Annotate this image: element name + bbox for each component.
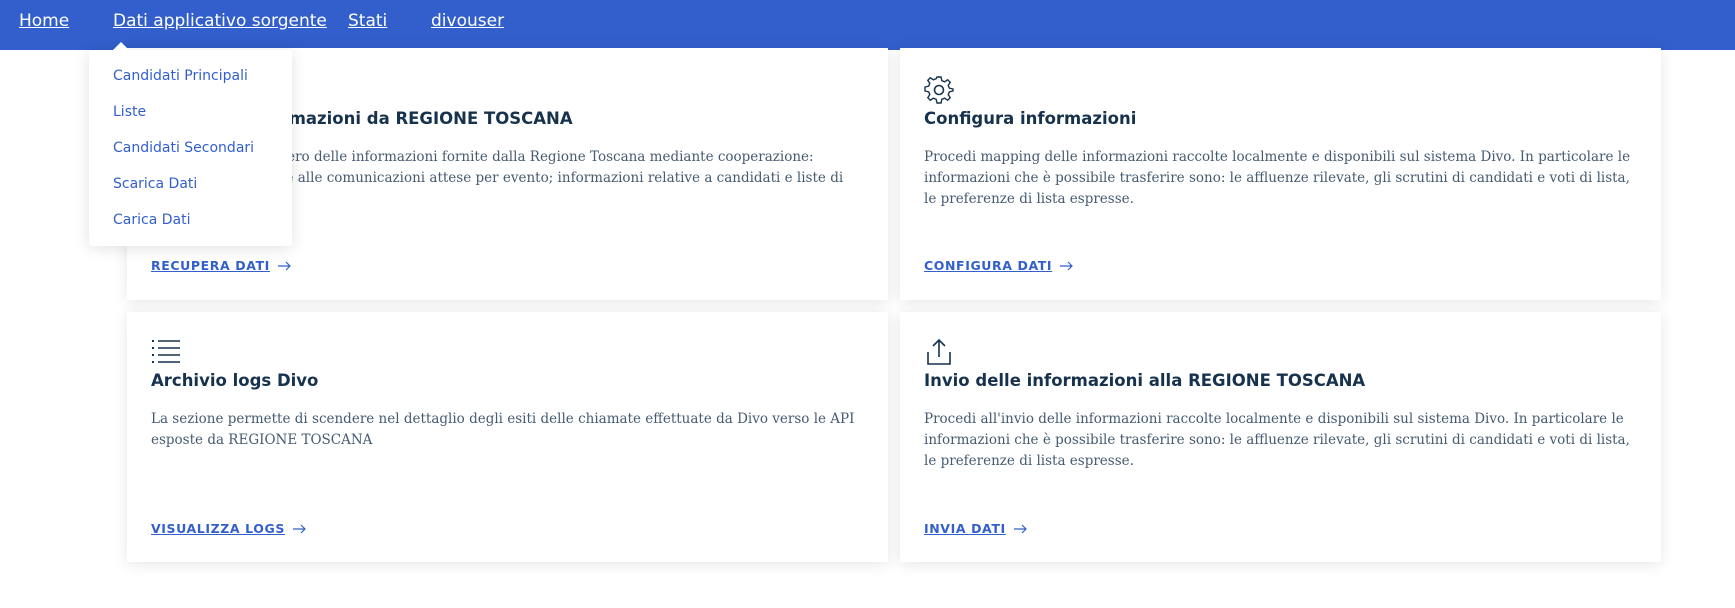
top-navbar: Home Dati applicativo sorgente Stati div… [0,0,1735,50]
arrow-right-icon [277,261,291,270]
list-icon [152,340,180,363]
dropdown-item-scarica-dati[interactable]: Scarica Dati [113,176,197,192]
cta-label: INVIA DATI [924,521,1006,536]
card-title: Configura informazioni [924,109,1137,128]
card-description: La sezione permette di scendere nel dett… [151,411,855,448]
arrow-right-icon [292,524,306,533]
nav-home-link[interactable]: Home [19,11,69,31]
dropdown-item-carica-dati[interactable]: Carica Dati [113,212,190,228]
visualizza-logs-link[interactable]: VISUALIZZA LOGS [151,521,307,536]
cta-label: CONFIGURA DATI [924,258,1053,273]
arrow-right-icon [1013,524,1027,533]
dropdown-item-candidati-principali[interactable]: Candidati Principali [113,68,248,84]
dropdown-item-candidati-secondari[interactable]: Candidati Secondari [113,140,254,156]
dropdown-item-liste[interactable]: Liste [113,104,146,120]
nav-stati-link[interactable]: Stati [348,11,387,31]
card-description: Procedi all'invio delle informazioni rac… [924,411,1630,469]
configura-dati-link[interactable]: CONFIGURA DATI [924,258,1074,273]
nav-dati-applicativo-link[interactable]: Dati applicativo sorgente [113,11,327,31]
cta-label: VISUALIZZA LOGS [151,521,285,536]
cta-label: RECUPERA DATI [151,258,270,273]
card-title: Invio delle informazioni alla REGIONE TO… [924,371,1366,390]
card-invio: Invio delle informazioni alla REGIONE TO… [900,312,1661,562]
card-description: Procedi mapping delle informazioni racco… [924,149,1631,207]
card-title: Archivio logs Divo [151,371,319,390]
card-configura: Configura informazioni Procedi mapping d… [900,48,1661,300]
card-archivio-logs: Archivio logs Divo La sezione permette d… [127,312,888,562]
gear-icon [924,76,954,104]
nav-user-link[interactable]: divouser [431,11,504,31]
recupera-dati-link[interactable]: RECUPERA DATI [151,258,292,273]
dati-applicativo-dropdown: Candidati Principali Liste Candidati Sec… [89,42,292,246]
dropdown-caret [112,42,130,51]
arrow-right-icon [1060,261,1074,270]
invia-dati-link[interactable]: INVIA DATI [924,521,1028,536]
upload-icon [927,338,951,365]
